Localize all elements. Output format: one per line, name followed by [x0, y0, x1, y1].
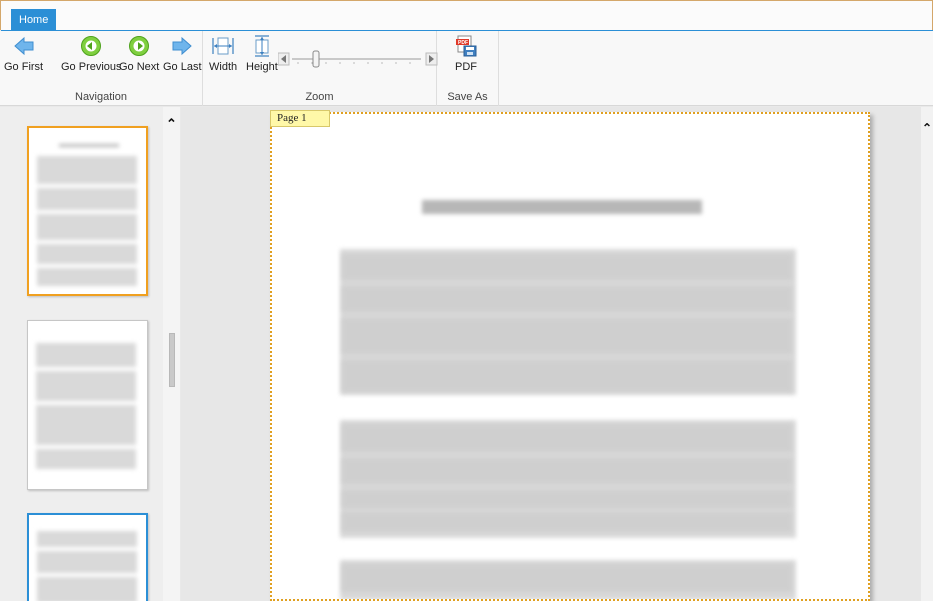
pdf-save-icon: PDF [456, 35, 477, 57]
ribbon-tabbar: Home [0, 0, 933, 32]
go-last-button[interactable]: Go Last [163, 35, 202, 73]
zoom-width-label: Width [209, 61, 238, 73]
thumbnail-scrollbar[interactable]: ⌃ [163, 107, 180, 601]
page-thumbnail-2[interactable] [27, 320, 148, 490]
zoom-group: Width Height Zoom [203, 31, 438, 106]
fit-width-icon [212, 37, 234, 55]
go-previous-button[interactable]: Go Previous [61, 35, 122, 73]
save-as-caption: Save As [447, 91, 488, 103]
fit-height-icon [254, 35, 269, 57]
go-previous-label: Go Previous [61, 61, 122, 73]
circle-right-icon [129, 36, 150, 56]
viewer-scroll-up-icon[interactable]: ⌃ [921, 121, 933, 135]
thumbnail-scroll-thumb[interactable] [169, 333, 175, 387]
document-page [270, 112, 870, 601]
arrow-left-icon [13, 36, 34, 56]
navigation-group: Go First Go Previous Go Next Go Last Nav… [0, 31, 203, 106]
zoom-height-label: Height [246, 61, 278, 73]
ribbon: Go First Go Previous Go Next Go Last Nav… [0, 31, 933, 106]
go-next-button[interactable]: Go Next [119, 35, 159, 73]
navigation-caption: Navigation [75, 91, 127, 103]
zoom-height-button[interactable]: Height [246, 35, 278, 73]
save-pdf-label: PDF [455, 61, 477, 73]
zoom-width-button[interactable]: Width [209, 35, 237, 73]
svg-text:PDF: PDF [458, 40, 468, 46]
tab-home[interactable]: Home [11, 9, 57, 31]
zoom-slider[interactable] [278, 50, 438, 68]
zoom-slider-thumb[interactable] [312, 50, 320, 68]
arrow-right-icon [172, 36, 193, 56]
page-thumbnail-3[interactable] [27, 513, 148, 601]
viewer-scrollbar[interactable]: ⌃ [921, 107, 933, 601]
scroll-up-icon[interactable]: ⌃ [163, 117, 180, 131]
document-viewer[interactable]: Page 1 ⌃ [181, 107, 933, 601]
page-label: Page 1 [270, 110, 330, 127]
save-as-group: PDF PDF Save As [437, 31, 499, 106]
page-thumbnail-1[interactable] [27, 126, 148, 296]
thumbnail-pane[interactable]: ⌃ [0, 107, 180, 601]
save-pdf-button[interactable]: PDF PDF [455, 35, 477, 73]
go-last-label: Go Last [163, 61, 202, 73]
zoom-caption: Zoom [305, 91, 334, 103]
go-first-label: Go First [4, 61, 44, 73]
circle-left-icon [81, 36, 102, 56]
go-first-button[interactable]: Go First [4, 35, 43, 73]
go-next-label: Go Next [119, 61, 160, 73]
